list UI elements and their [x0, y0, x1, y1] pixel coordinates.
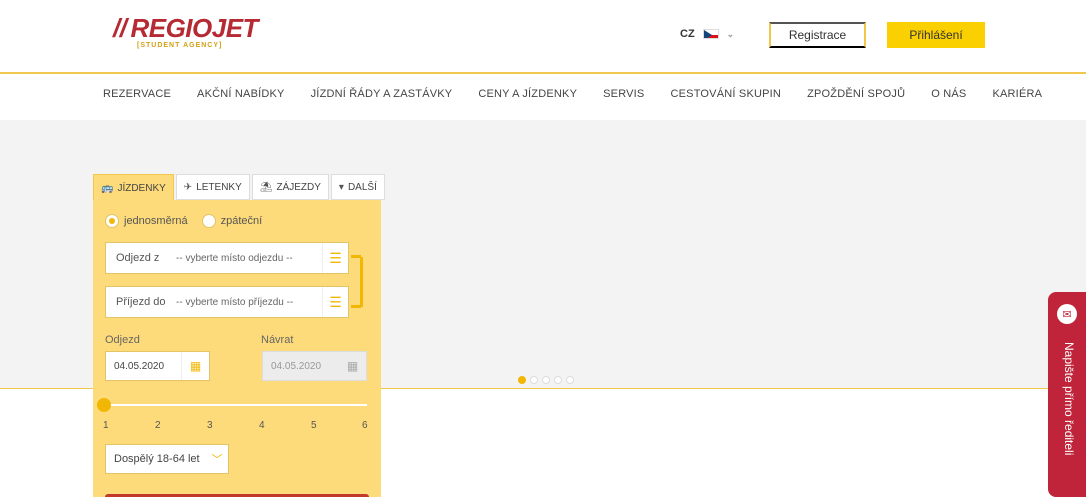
return-date-value: 04.05.2020 — [271, 360, 322, 372]
regiojet-logo[interactable]: //REGIOJET [STUDENT AGENCY] — [113, 14, 273, 58]
bus-train-icon: 🚌 — [101, 183, 114, 194]
nav-item-jizdni-rady[interactable]: Jízdní řády a zastávky — [311, 88, 453, 100]
tab-letenky[interactable]: ✈ Letenky — [175, 174, 250, 200]
trip-type-group: jednosměrná zpáteční — [105, 214, 262, 228]
beach-icon: ⛱ — [259, 181, 273, 193]
passenger-count-ticks: 1 2 3 4 5 6 — [103, 420, 368, 434]
nav-item-cestovani-skupin[interactable]: Cestování skupin — [670, 88, 781, 100]
tab-zajezdy[interactable]: ⛱ Zájezdy — [251, 174, 329, 200]
language-selector[interactable]: CZ ⌄ — [680, 28, 734, 40]
tab-label: Letenky — [196, 181, 242, 193]
nav-item-zpozdeni[interactable]: Zpoždění spojů — [807, 88, 905, 100]
radio-one-way[interactable]: jednosměrná — [105, 214, 188, 228]
tab-dalsi[interactable]: ▾ Další — [330, 174, 385, 200]
nav-item-rezervace[interactable]: Rezervace — [103, 88, 171, 100]
departure-date-value: 04.05.2020 — [114, 360, 165, 372]
nav-item-servis[interactable]: Servis — [603, 88, 644, 100]
calendar-icon[interactable]: ▦ — [181, 352, 209, 380]
tab-label: Další — [347, 181, 377, 193]
tab-label: Zájezdy — [276, 181, 321, 193]
carousel-dot[interactable] — [566, 376, 574, 384]
login-button[interactable]: Přihlášení — [887, 22, 985, 48]
mail-icon: ✉ — [1057, 304, 1077, 324]
tab-label: Jízdenky — [117, 183, 166, 194]
departure-date-input[interactable]: 04.05.2020 ▦ — [105, 351, 210, 381]
carousel-dot[interactable] — [518, 376, 526, 384]
logo-text: REGIOJET — [130, 13, 258, 43]
tab-jizdenky[interactable]: 🚌 Jízdenky — [93, 174, 174, 202]
nav-item-akcni-nabidky[interactable]: Akční nabídky — [197, 88, 285, 100]
arrival-station-field[interactable]: Příjezd do -- vyberte místo příjezdu -- … — [105, 286, 349, 318]
passenger-type-value: Dospělý 18-64 let — [114, 453, 200, 465]
caret-down-icon: ▾ — [338, 181, 344, 193]
radio-label: zpáteční — [220, 215, 263, 227]
calendar-icon: ▦ — [338, 352, 366, 380]
tick-label[interactable]: 6 — [362, 420, 368, 431]
logo-subtitle: [STUDENT AGENCY] — [137, 42, 223, 49]
passenger-type-select[interactable]: Dospělý 18-64 let ﹀ — [105, 444, 229, 474]
tick-label[interactable]: 3 — [207, 420, 213, 431]
radio-circle — [105, 214, 119, 228]
list-menu-icon[interactable]: ☰ — [322, 287, 348, 317]
departure-station-field[interactable]: Odjezd z -- vyberte místo odjezdu -- ☰ — [105, 242, 349, 274]
departure-station-label: Odjezd z — [116, 252, 160, 264]
booking-panel: jednosměrná zpáteční Odjezd z -- vyberte… — [93, 200, 381, 497]
nav-item-kariera[interactable]: Kariéra — [992, 88, 1042, 100]
tick-label[interactable]: 4 — [259, 420, 265, 431]
return-date-input: 04.05.2020 ▦ — [262, 351, 367, 381]
chevron-down-icon: ﹀ — [211, 454, 223, 466]
tick-label[interactable]: 2 — [155, 420, 161, 431]
arrival-station-label: Příjezd do — [116, 296, 166, 308]
carousel-dot[interactable] — [554, 376, 562, 384]
booking-tabs: 🚌 Jízdenky ✈ Letenky ⛱ Zájezdy ▾ Další — [93, 174, 385, 202]
radio-circle — [201, 214, 216, 228]
tick-label[interactable]: 1 — [103, 420, 109, 431]
radio-label: jednosměrná — [124, 215, 188, 227]
departure-date-label: Odjezd — [105, 334, 140, 346]
nav-item-o-nas[interactable]: O nás — [931, 88, 966, 100]
carousel-dot[interactable] — [530, 376, 538, 384]
plane-icon: ✈ — [183, 181, 193, 193]
slider-handle[interactable] — [97, 398, 111, 412]
language-code: CZ — [680, 28, 695, 40]
tick-label[interactable]: 5 — [311, 420, 317, 431]
czech-flag-icon — [702, 29, 719, 39]
swap-stations-icon[interactable] — [351, 253, 367, 311]
departure-station-value: -- vyberte místo odjezdu -- — [176, 252, 293, 264]
radio-return[interactable]: zpáteční — [201, 214, 263, 228]
site-header: //REGIOJET [STUDENT AGENCY] CZ ⌄ Registr… — [0, 0, 1086, 74]
carousel-dots — [518, 376, 574, 384]
main-nav: Rezervace Akční nabídky Jízdní řády a za… — [0, 76, 1086, 120]
list-menu-icon[interactable]: ☰ — [322, 243, 348, 273]
chevron-down-icon: ⌄ — [726, 28, 735, 39]
nav-item-ceny[interactable]: Ceny a jízdenky — [478, 88, 577, 100]
logo-slashes-icon: // — [113, 13, 127, 43]
arrival-station-value: -- vyberte místo příjezdu -- — [176, 296, 294, 308]
passenger-count-slider[interactable] — [97, 398, 367, 412]
carousel-dot[interactable] — [542, 376, 550, 384]
return-date-label: Návrat — [261, 334, 294, 346]
page: //REGIOJET [STUDENT AGENCY] CZ ⌄ Registr… — [0, 0, 1086, 497]
feedback-label: Napište přímo řediteli — [1062, 342, 1076, 456]
feedback-side-tab[interactable]: ✉ Napište přímo řediteli — [1048, 292, 1086, 497]
register-button[interactable]: Registrace — [769, 22, 866, 48]
